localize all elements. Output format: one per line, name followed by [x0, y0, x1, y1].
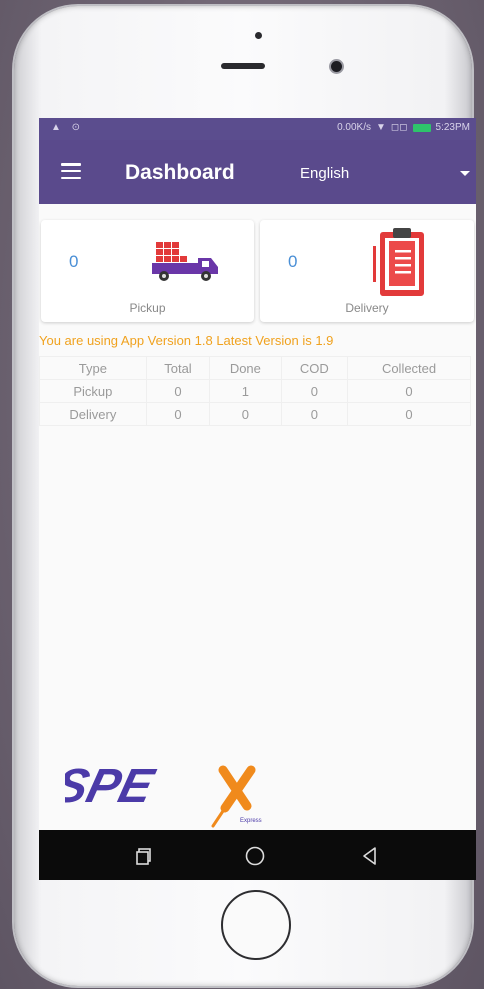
cell-collected: 0 — [347, 379, 471, 403]
cell-done: 1 — [209, 379, 282, 403]
cell-total: 0 — [145, 379, 211, 403]
wifi-icon: ▼ — [376, 122, 386, 133]
spex-logo: SPE Express — [65, 760, 262, 828]
page-title: Dashboard — [125, 161, 235, 184]
pickup-count: 0 — [69, 252, 79, 271]
battery-icon — [412, 123, 431, 132]
clipboard-icon — [373, 228, 424, 296]
delivery-label: Delivery — [345, 301, 389, 315]
status-bar: ▲ ⊙ 0.00K/s ▼ ◻◻ 5:23PM — [39, 118, 476, 140]
col-collected: Collected — [347, 356, 471, 380]
summary-table: Type Total Done COD Collected Pickup 0 1… — [39, 356, 471, 426]
delivery-count: 0 — [288, 252, 298, 271]
menu-icon[interactable] — [61, 163, 81, 179]
version-notice: You are using App Version 1.8 Latest Ver… — [39, 333, 334, 348]
home-button[interactable] — [221, 890, 291, 960]
android-nav-bar — [39, 830, 476, 880]
col-total: Total — [145, 356, 211, 380]
pickup-label: Pickup — [129, 301, 166, 315]
col-cod: COD — [280, 356, 349, 380]
cell-type: Delivery — [39, 402, 147, 426]
network-speed: 0.00K/s — [337, 122, 372, 133]
app-screen: ▲ ⊙ 0.00K/s ▼ ◻◻ 5:23PM Dashboard Englis… — [39, 118, 476, 880]
language-select[interactable]: English — [300, 165, 349, 182]
earpiece-speaker — [221, 63, 265, 69]
front-camera — [331, 61, 342, 72]
cell-type: Pickup — [39, 379, 147, 403]
table-header-row: Type Total Done COD Collected — [39, 356, 471, 380]
cell-cod: 0 — [280, 379, 349, 403]
table-row: Delivery 0 0 0 0 — [39, 402, 471, 426]
logo-subtitle: Express — [240, 818, 262, 824]
proximity-sensor — [255, 32, 262, 39]
cell-done: 0 — [209, 402, 282, 426]
col-type: Type — [39, 356, 147, 380]
cell-total: 0 — [145, 402, 211, 426]
status-left-icons: ▲ ⊙ — [51, 122, 85, 133]
logo-wordmark: SPE — [65, 760, 160, 813]
pickup-card[interactable]: 0 Pickup — [41, 220, 254, 322]
cell-cod: 0 — [280, 402, 349, 426]
cell-collected: 0 — [347, 402, 471, 426]
col-done: Done — [209, 356, 282, 380]
table-row: Pickup 0 1 0 0 — [39, 379, 471, 403]
sim-icon: ◻◻ — [390, 122, 408, 133]
clock: 5:23PM — [435, 122, 470, 133]
back-icon[interactable] — [361, 846, 379, 866]
app-bar: Dashboard English — [39, 140, 476, 204]
dropdown-arrow-icon[interactable] — [460, 171, 470, 176]
status-right: 0.00K/s ▼ ◻◻ 5:23PM — [337, 122, 470, 133]
delivery-card[interactable]: 0 Delivery — [260, 220, 474, 322]
truck-icon — [152, 242, 218, 281]
recent-apps-icon[interactable] — [135, 847, 153, 865]
home-nav-icon[interactable] — [244, 845, 266, 867]
